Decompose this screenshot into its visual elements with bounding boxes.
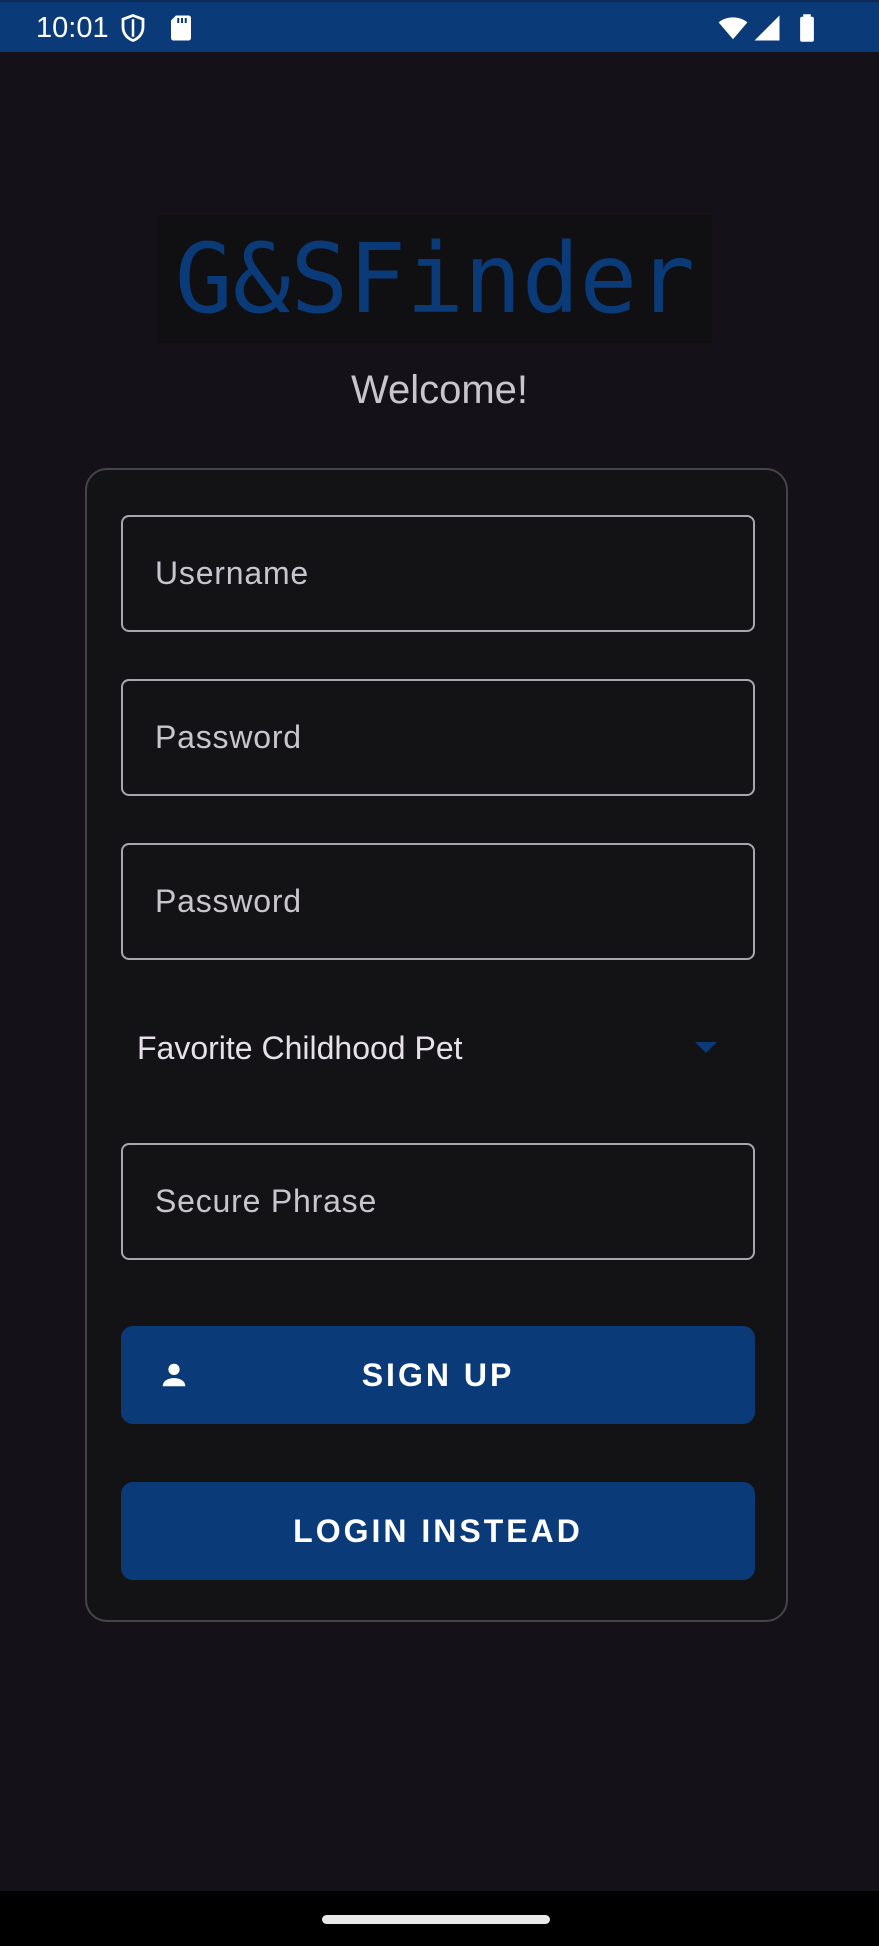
security-question-dropdown[interactable]: Favorite Childhood Pet — [121, 1000, 755, 1100]
navigation-bar — [0, 1891, 879, 1946]
login-instead-label: LOGIN INSTEAD — [293, 1513, 583, 1549]
shield-icon — [121, 14, 145, 42]
person-icon — [162, 1363, 186, 1387]
password-placeholder: Password — [155, 719, 302, 755]
home-handle[interactable] — [322, 1915, 550, 1924]
secure-phrase-field[interactable]: Secure Phrase — [121, 1143, 755, 1260]
sign-up-button[interactable]: SIGN UP — [121, 1326, 755, 1424]
login-instead-button[interactable]: LOGIN INSTEAD — [121, 1482, 755, 1580]
confirm-password-placeholder: Password — [155, 883, 302, 919]
signup-screen: 10:01 G&SFinder Welcome! Username Passwo… — [0, 0, 879, 1946]
sd-card-icon — [171, 15, 191, 41]
signup-card: Username Password Password Favorite Chil… — [85, 468, 788, 1622]
status-bar: 10:01 — [0, 0, 879, 52]
app-logo: G&SFinder — [158, 215, 712, 343]
sign-up-label: SIGN UP — [361, 1357, 515, 1393]
username-placeholder: Username — [155, 555, 310, 591]
battery-icon — [800, 14, 814, 42]
password-field[interactable]: Password — [121, 679, 755, 796]
welcome-text: Welcome! — [350, 368, 529, 412]
security-question-value: Favorite Childhood Pet — [137, 1030, 463, 1066]
status-time: 10:01 — [36, 12, 109, 44]
app-logo-text: G&SFinder — [174, 223, 696, 335]
wifi-icon — [718, 17, 748, 40]
confirm-password-field[interactable]: Password — [121, 843, 755, 960]
secure-phrase-placeholder: Secure Phrase — [155, 1183, 378, 1219]
username-field[interactable]: Username — [121, 515, 755, 632]
dropdown-arrow-icon — [695, 1042, 717, 1053]
signal-icon — [754, 15, 780, 41]
